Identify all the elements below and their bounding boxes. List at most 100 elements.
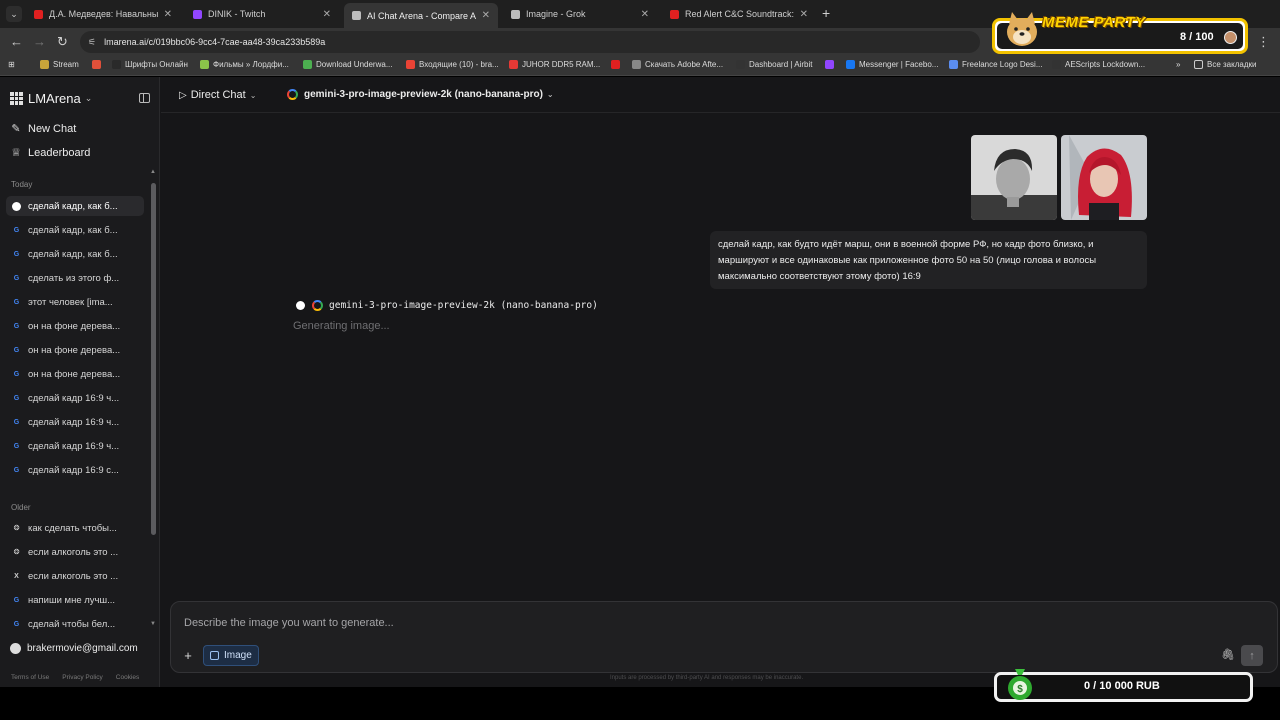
model-label: gemini-3-pro-image-preview-2k (nano-bana…	[304, 89, 543, 100]
terms-link[interactable]: Terms of Use	[11, 674, 49, 681]
bookmark-label: Шрифты Онлайн	[125, 60, 188, 69]
close-icon[interactable]: ✕	[482, 10, 490, 21]
chat-history-item[interactable]: Gсделай кадр 16:9 ч...	[6, 412, 144, 432]
chat-history-label: этот человек [ima...	[28, 296, 113, 308]
chat-history-item[interactable]: Xесли алкоголь это ...	[6, 566, 144, 586]
bookmark-favicon-icon	[949, 60, 958, 69]
sidebar-scrollbar[interactable]: ▲ ▼	[150, 169, 156, 633]
bookmark-item[interactable]: AEScripts Lockdown...	[1052, 60, 1145, 69]
chat-history-item[interactable]: Gсделать из этого ф...	[6, 268, 144, 288]
chat-history-item[interactable]: Gсделай кадр 16:9 с...	[6, 460, 144, 480]
site-info-icon[interactable]: ⚟	[88, 37, 96, 48]
chat-history-item[interactable]: Gсделай кадр 16:9 ч...	[6, 436, 144, 456]
coin-icon	[1224, 31, 1237, 44]
reload-icon[interactable]: ↻	[57, 34, 68, 50]
close-icon[interactable]: ✕	[800, 9, 808, 20]
chat-history-item[interactable]: Gэтот человек [ima...	[6, 292, 144, 312]
bookmark-favicon-icon	[406, 60, 415, 69]
google-icon: G	[13, 298, 20, 306]
bookmark-item[interactable]: JUHOR DDR5 RAM...	[509, 60, 600, 69]
openai-icon: ❂	[13, 525, 20, 532]
bookmark-favicon-icon	[509, 60, 518, 69]
attached-photo-man[interactable]	[971, 135, 1057, 220]
bookmark-item[interactable]: Входящие (10) - bra...	[406, 60, 499, 69]
scroll-up-icon[interactable]: ▲	[150, 169, 156, 175]
bookmark-item[interactable]: Download Underwa...	[303, 60, 392, 69]
brand-menu[interactable]: LMArena ⌄	[10, 91, 92, 106]
forward-icon[interactable]: →	[33, 34, 46, 49]
lmarena-app: LMArena ⌄ ✎ New Chat ♕ Leaderboard Today…	[0, 77, 1280, 687]
chat-history-item[interactable]: ❂ как сделать чтобы...	[6, 518, 144, 538]
collapse-sidebar-icon[interactable]	[139, 93, 150, 103]
bookmark-favicon-icon	[303, 60, 312, 69]
chat-history-label: он на фоне дерева...	[28, 344, 121, 356]
bookmark-item[interactable]	[92, 60, 105, 69]
all-bookmarks-folder[interactable]: Все закладки	[1194, 60, 1256, 69]
browser-tab[interactable]: Д.А. Медведев: Навальный, кр ✕	[26, 3, 180, 25]
chat-history-item[interactable]: Gсделай кадр 16:9 ч...	[6, 388, 144, 408]
account-menu[interactable]: brakermovie@gmail.com	[10, 643, 138, 654]
close-icon[interactable]: ✕	[164, 9, 172, 20]
bookmark-item[interactable]: Messenger | Facebo...	[846, 60, 938, 69]
tab-title: AI Chat Arena - Compare AI Mo	[367, 10, 476, 21]
address-bar[interactable]: ⚟ lmarena.ai/c/019bbc06-9cc4-7cae-aa48-3…	[80, 31, 980, 53]
browser-tab[interactable]: Imagine - Grok ✕	[503, 3, 657, 25]
bookmark-item[interactable]: Скачать Adobe Afte...	[632, 60, 723, 69]
bookmark-item[interactable]: Фильмы » Лордфи...	[200, 60, 289, 69]
paperclip-icon[interactable]: 🖇	[1221, 648, 1235, 661]
bookmark-item[interactable]: Шрифты Онлайн	[112, 60, 188, 69]
chat-history-item[interactable]: сделай кадр, как б...	[6, 196, 144, 216]
back-icon[interactable]: ←	[10, 34, 23, 49]
chat-history-item[interactable]: Gон на фоне дерева...	[6, 364, 144, 384]
google-icon: G	[13, 274, 20, 282]
user-message: сделай кадр, как будто идёт марш, они в …	[710, 231, 1147, 289]
bookmark-item[interactable]: Freelance Logo Desi...	[949, 60, 1043, 69]
cookies-link[interactable]: Cookies	[116, 674, 139, 681]
scroll-down-icon[interactable]: ▼	[150, 621, 156, 627]
new-chat-button[interactable]: ✎ New Chat	[10, 122, 77, 136]
scrollbar-thumb[interactable]	[151, 183, 156, 535]
bookmark-item[interactable]	[611, 60, 624, 69]
browser-tab[interactable]: AI Chat Arena - Compare AI Mo ✕	[344, 3, 498, 28]
privacy-link[interactable]: Privacy Policy	[62, 674, 102, 681]
chevron-down-icon: ⌄	[546, 90, 554, 99]
new-chat-label: New Chat	[28, 122, 77, 135]
chat-history-item[interactable]: Gсделай кадр, как б...	[6, 220, 144, 240]
bookmark-item[interactable]: Dashboard | Airbit	[736, 60, 812, 69]
add-attachment-button[interactable]: +	[179, 646, 197, 664]
brand-name: LMArena	[28, 91, 81, 106]
new-tab-button[interactable]: +	[822, 5, 830, 21]
chat-history-item[interactable]: ❂ если алкоголь это ...	[6, 542, 144, 562]
chat-history-item[interactable]: Gсделай кадр, как б...	[6, 244, 144, 264]
bookmark-label: Скачать Adobe Afte...	[645, 60, 724, 69]
chat-history-item[interactable]: Gон на фоне дерева...	[6, 340, 144, 360]
google-icon: G	[13, 226, 20, 234]
bookmarks-overflow-icon[interactable]: »	[1176, 60, 1180, 69]
browser-menu-icon[interactable]: ⋮	[1257, 34, 1270, 50]
bookmark-item[interactable]	[825, 60, 838, 69]
donation-goal-text: 0 / 10 000 RUB	[1084, 680, 1160, 692]
image-mode-toggle[interactable]: Image	[203, 645, 259, 666]
chat-history-item[interactable]: Gсделай чтобы бел...	[6, 614, 144, 634]
globe-icon	[10, 643, 21, 654]
tab-search-button[interactable]: ⌄	[6, 6, 22, 22]
x-ai-icon: X	[14, 572, 19, 580]
doge-icon	[1007, 12, 1037, 46]
money-bag-icon: $	[1008, 669, 1032, 700]
chat-history-label: сделай кадр, как б...	[28, 248, 118, 260]
attached-photo-woman[interactable]	[1061, 135, 1147, 220]
close-icon[interactable]: ✕	[323, 9, 331, 20]
chat-history-label: сделай кадр 16:9 с...	[28, 464, 119, 476]
send-button[interactable]: ↑	[1241, 645, 1263, 666]
browser-tab[interactable]: Red Alert C&C Soundtrack: Hell ✕	[662, 3, 816, 25]
model-selector[interactable]: gemini-3-pro-image-preview-2k (nano-bana…	[287, 89, 554, 100]
leaderboard-link[interactable]: ♕ Leaderboard	[10, 146, 90, 160]
chat-history-item[interactable]: Gнапиши мне лучш...	[6, 590, 144, 610]
apps-grid-icon[interactable]: ⊞	[8, 60, 15, 69]
mode-selector[interactable]: ▷ Direct Chat ⌄	[179, 89, 256, 101]
prompt-input[interactable]	[184, 614, 984, 632]
close-icon[interactable]: ✕	[641, 9, 649, 20]
chat-history-item[interactable]: Gон на фоне дерева...	[6, 316, 144, 336]
bookmark-item[interactable]: Stream	[40, 60, 79, 69]
browser-tab[interactable]: DINIK - Twitch ✕	[185, 3, 339, 25]
